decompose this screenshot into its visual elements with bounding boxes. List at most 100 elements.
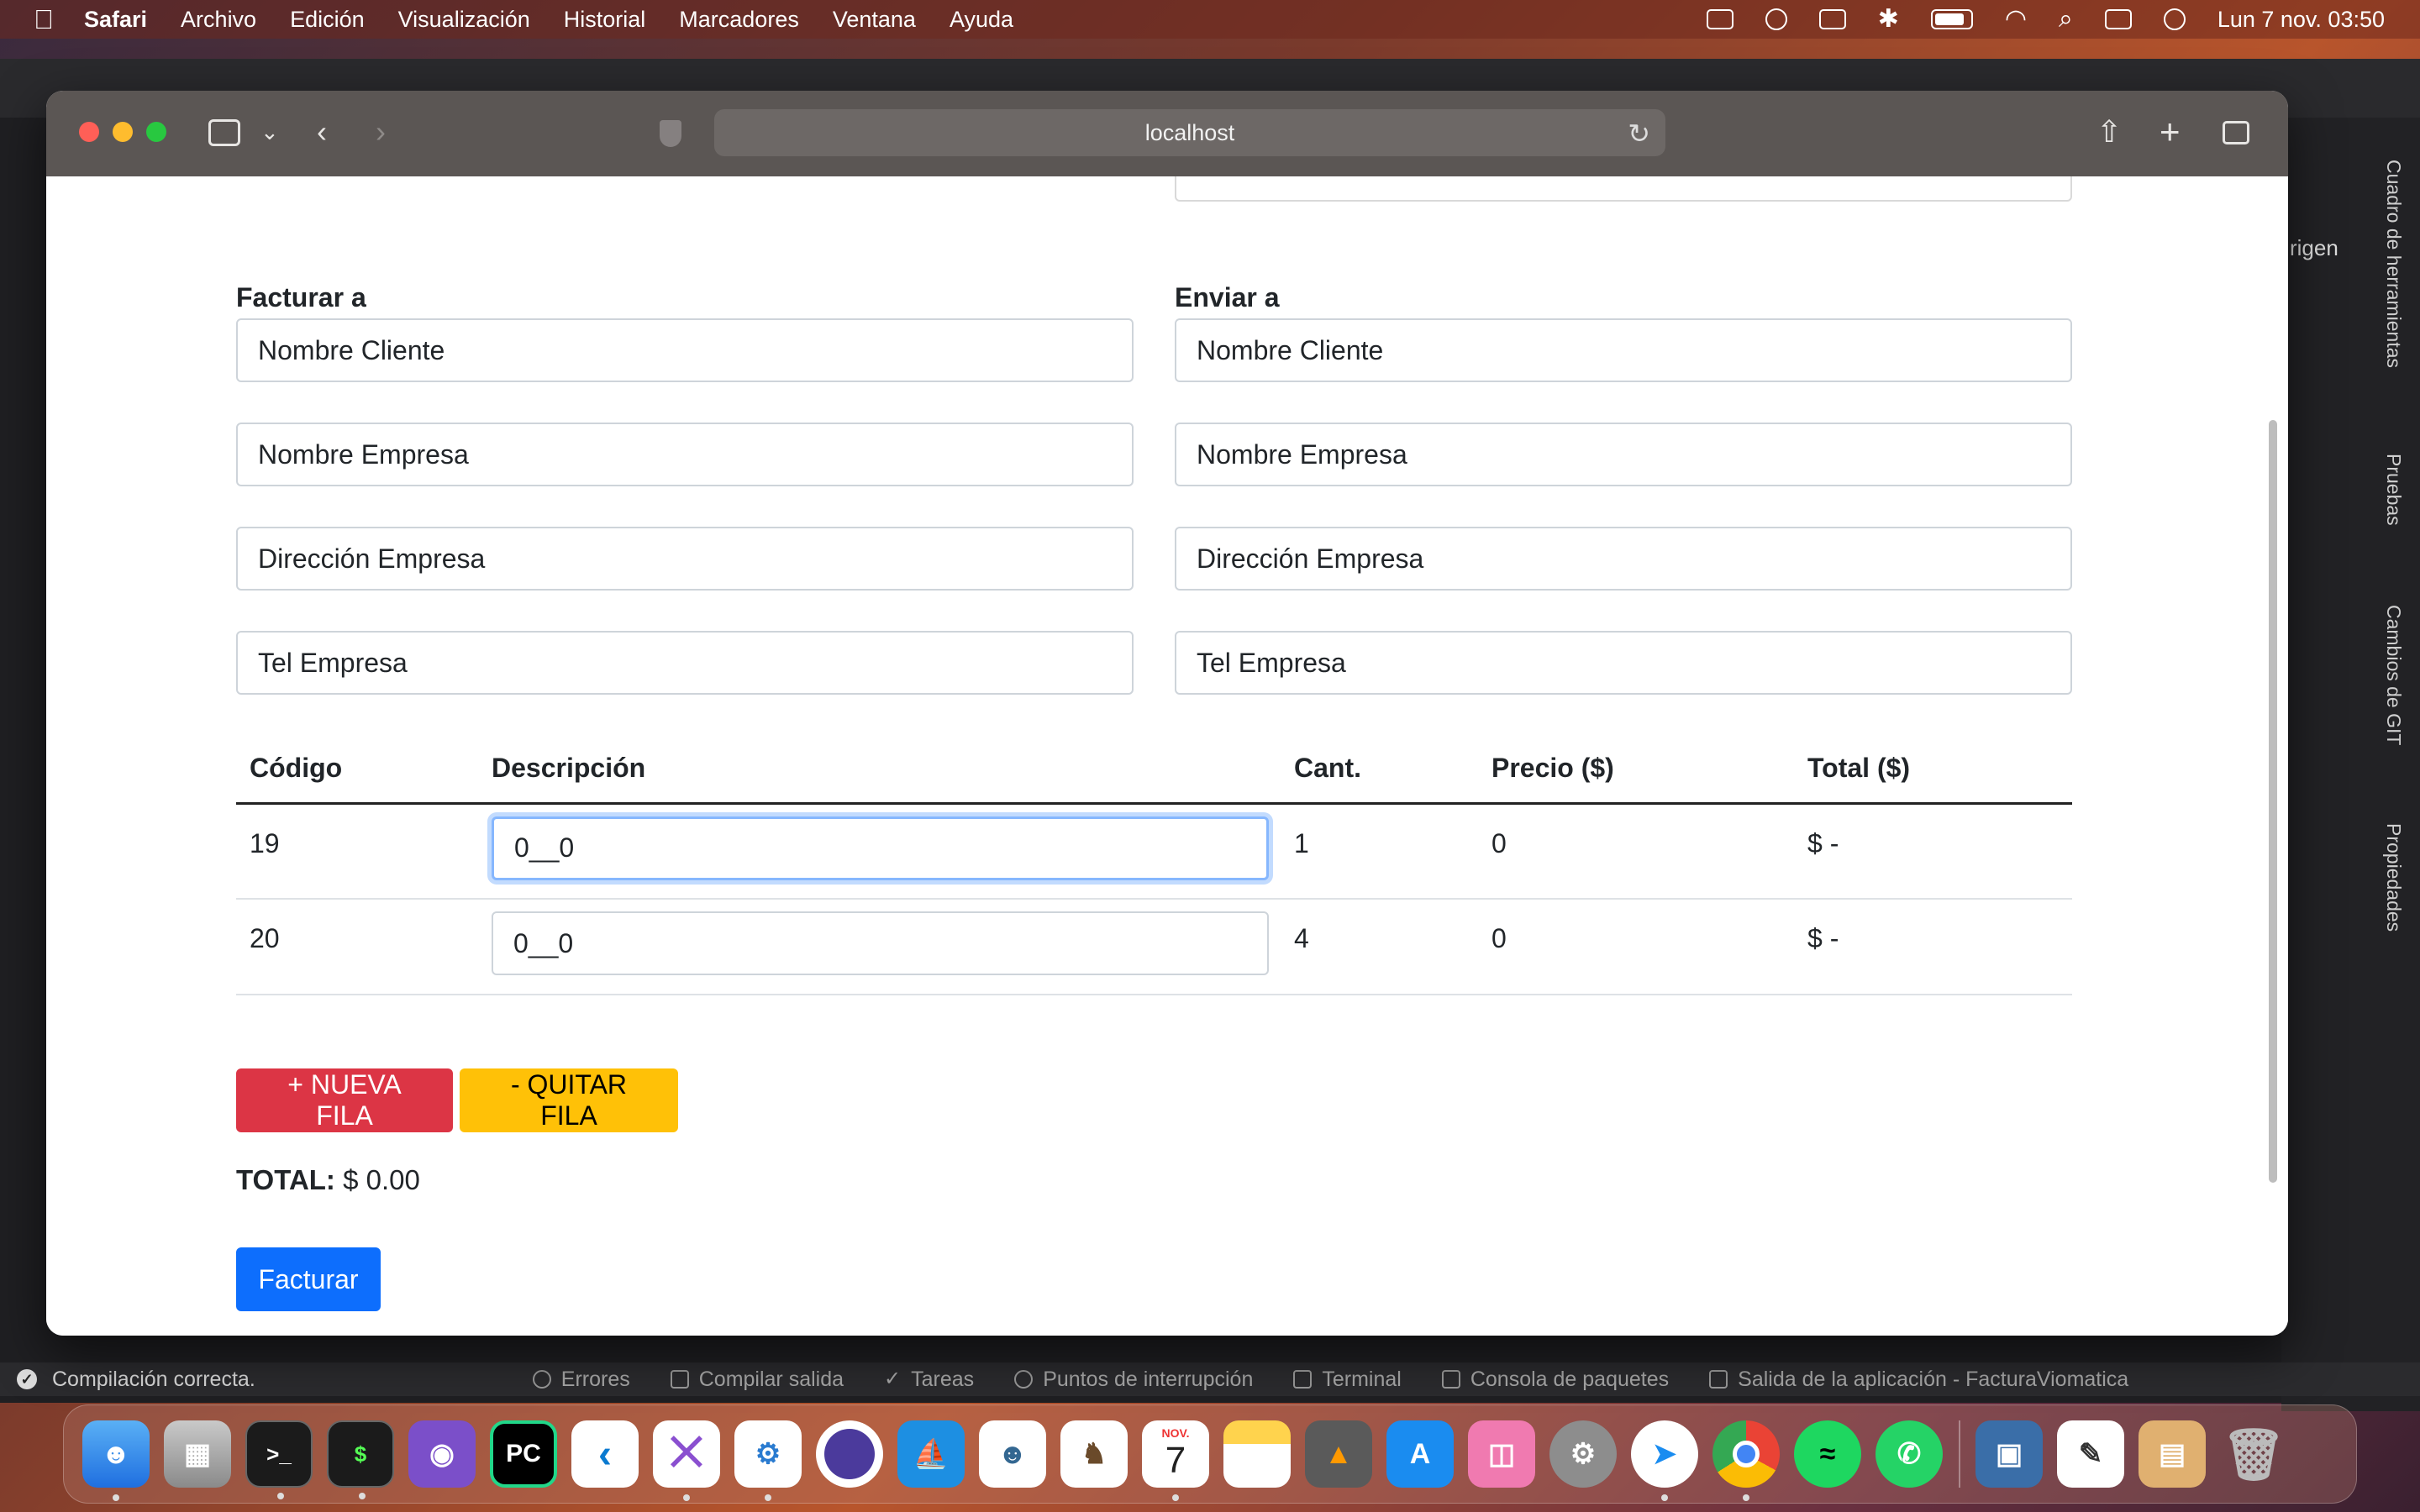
system-preferences-icon[interactable]: ⚙ — [1549, 1420, 1617, 1488]
chevron-down-icon[interactable]: ⌄ — [260, 115, 279, 149]
whatsapp-icon[interactable]: ✆ — [1876, 1420, 1943, 1488]
ship-company-input[interactable] — [1175, 423, 2072, 486]
terminal-app-icon[interactable]: >_ — [245, 1420, 313, 1499]
visual-studio-icon[interactable]: ⨉ — [653, 1420, 720, 1501]
battery-icon[interactable] — [1930, 9, 1973, 29]
menu-app-name[interactable]: Safari — [84, 7, 147, 33]
partial-input-above[interactable] — [1175, 176, 2072, 202]
bluetooth-icon[interactable]: ✱ — [1878, 7, 1899, 32]
menu-ventana[interactable]: Ventana — [833, 7, 916, 33]
ide-tab-tests[interactable]: Pruebas — [2382, 454, 2405, 526]
ide-tab-app-output[interactable]: Salida de la aplicación - FacturaViomati… — [1709, 1368, 2128, 1392]
finder-icon[interactable]: ☻ — [82, 1420, 150, 1501]
menu-historial[interactable]: Historial — [564, 7, 646, 33]
forward-icon[interactable]: › — [376, 115, 386, 149]
bill-address-input[interactable] — [236, 527, 1134, 591]
sublime-icon[interactable]: ▲ — [1305, 1420, 1372, 1488]
ship-phone-input[interactable] — [1175, 631, 2072, 695]
zoom-window-button[interactable] — [146, 122, 166, 142]
remove-row-button[interactable]: - QUITAR FILA — [460, 1068, 678, 1132]
ide-tab-errors-label: Errores — [560, 1367, 630, 1391]
bill-to-label: Facturar a — [236, 282, 366, 312]
dbeaver-icon[interactable]: ♞ — [1060, 1420, 1128, 1488]
wifi-icon[interactable]: ◠ — [2005, 7, 2027, 32]
app-store-icon[interactable]: A — [1386, 1420, 1454, 1488]
play-icon[interactable] — [1765, 8, 1787, 30]
chrome-icon[interactable] — [1712, 1420, 1780, 1501]
siri-icon[interactable] — [2163, 8, 2186, 30]
launchpad-icon[interactable]: ▦ — [164, 1420, 231, 1488]
invoice-total: TOTAL: $ 0.00 — [236, 1164, 420, 1196]
screen-mirror-icon[interactable] — [1706, 9, 1733, 29]
azure-data-studio-icon[interactable]: ⚙ — [734, 1420, 802, 1501]
row-description-input[interactable] — [492, 911, 1269, 975]
postgres-icon[interactable]: ☻ — [979, 1420, 1046, 1488]
spotify-icon[interactable]: ≈ — [1794, 1420, 1861, 1488]
menu-visualizacion[interactable]: Visualización — [398, 7, 530, 33]
ide-tab-git-changes[interactable]: Cambios de GIT — [2382, 605, 2405, 745]
bill-phone-input[interactable] — [236, 631, 1134, 695]
ide-tab-terminal[interactable]: Terminal — [1293, 1368, 1402, 1392]
safari-icon[interactable]: ➤ — [1631, 1420, 1698, 1501]
notes-icon[interactable] — [1223, 1420, 1291, 1488]
new-tab-icon[interactable]: + — [2160, 114, 2181, 150]
ide-tab-errors[interactable]: Errores — [532, 1367, 630, 1392]
minimize-window-button[interactable] — [113, 122, 133, 142]
row-price: 0 — [1478, 803, 1794, 900]
close-window-button[interactable] — [79, 122, 99, 142]
ide-tab-breakpoints[interactable]: Puntos de interrupción — [1014, 1368, 1253, 1392]
spotlight-search-icon[interactable]: ⌕ — [2059, 7, 2073, 32]
chrome-center-icon — [1733, 1441, 1760, 1467]
add-row-button[interactable]: + NUEVA FILA — [236, 1068, 453, 1132]
docker-icon[interactable]: ⛵ — [897, 1420, 965, 1488]
menu-edicion[interactable]: Edición — [290, 7, 365, 33]
ide-status-bar: ✓ Compilación correcta. Errores Compilar… — [0, 1362, 2420, 1396]
ide-tab-toolbox[interactable]: Cuadro de herramientas — [2382, 160, 2405, 368]
menu-ayuda[interactable]: Ayuda — [950, 7, 1013, 33]
apple-menu-icon[interactable]:  — [34, 6, 55, 33]
bill-client-input[interactable] — [236, 318, 1134, 382]
iterm-icon[interactable]: $ — [327, 1420, 394, 1499]
back-icon[interactable]: ‹ — [317, 115, 327, 149]
total-label: TOTAL: — [236, 1164, 335, 1195]
invoice-submit-button[interactable]: Facturar — [236, 1247, 381, 1311]
control-center-icon[interactable] — [2104, 9, 2132, 29]
tab-overview-icon[interactable] — [2223, 121, 2249, 144]
ship-client-input[interactable] — [1175, 318, 2072, 382]
bill-company-input[interactable] — [236, 423, 1134, 486]
archive-utility-icon[interactable]: ▤ — [2139, 1420, 2206, 1488]
ide-tab-app-output-label: Salida de la aplicación - FacturaViomati… — [1738, 1367, 2129, 1391]
keyboard-icon[interactable] — [1818, 9, 1846, 29]
menu-archivo[interactable]: Archivo — [181, 7, 256, 33]
calendar-icon[interactable]: NOV. 7 — [1142, 1420, 1209, 1501]
error-icon — [532, 1370, 551, 1389]
preview-icon[interactable]: ▣ — [1975, 1420, 2043, 1488]
eclipse-icon[interactable] — [816, 1420, 883, 1488]
web-page: Facturar a Enviar a Código Descripción C… — [46, 176, 2288, 1336]
col-code-header: Código — [236, 735, 478, 805]
sidebar-toggle-icon[interactable] — [208, 119, 240, 146]
screen-sharing-icon[interactable]: ◫ — [1468, 1420, 1535, 1488]
row-description-input[interactable] — [492, 816, 1269, 880]
menu-marcadores[interactable]: Marcadores — [679, 7, 799, 33]
address-bar[interactable]: localhost ↻ — [714, 109, 1665, 156]
ide-tab-package-console[interactable]: Consola de paquetes — [1441, 1368, 1669, 1392]
ship-address-input[interactable] — [1175, 527, 2072, 591]
ide-branch-label[interactable]: rigen — [2290, 235, 2338, 261]
table-row: 19 1 0 $ - — [236, 803, 2072, 900]
ide-tab-tasks-label: Tareas — [911, 1367, 975, 1391]
privacy-shield-icon[interactable] — [660, 120, 681, 147]
ide-tab-properties[interactable]: Propiedades — [2382, 823, 2405, 932]
total-value: $ 0.00 — [343, 1164, 420, 1195]
trash-icon[interactable]: 🗑 — [2220, 1420, 2287, 1488]
vscode-icon[interactable]: ‹ — [571, 1420, 639, 1488]
menubar-clock[interactable]: Lun 7 nov. 03:50 — [2217, 7, 2385, 33]
github-desktop-icon[interactable]: ◉ — [408, 1420, 476, 1488]
ide-tab-tasks[interactable]: ✓ Tareas — [884, 1367, 974, 1392]
reload-icon[interactable]: ↻ — [1628, 118, 1650, 150]
textedit-icon[interactable]: ✎ — [2057, 1420, 2124, 1488]
ide-tab-build-output[interactable]: Compilar salida — [670, 1368, 844, 1392]
pycharm-icon[interactable]: PC — [490, 1420, 557, 1488]
page-scrollbar[interactable] — [2269, 420, 2277, 1183]
share-icon[interactable]: ⇧ — [2096, 115, 2122, 149]
